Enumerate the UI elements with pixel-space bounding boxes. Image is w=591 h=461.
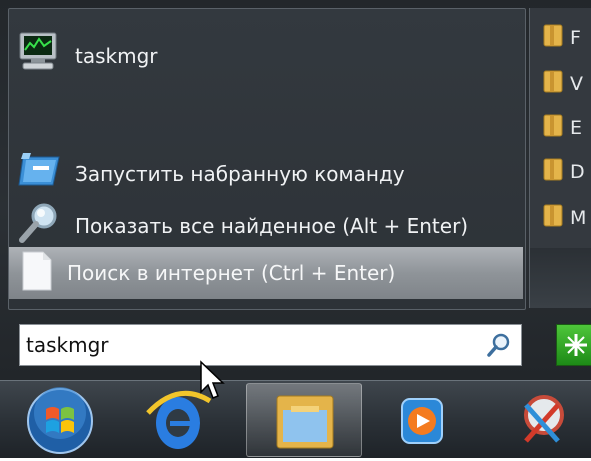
- folder-label: D: [570, 160, 585, 183]
- run-command-icon: [17, 151, 63, 196]
- windows-start-orb-icon: [8, 387, 112, 461]
- folder-icon: [542, 68, 564, 99]
- folder-label: V: [570, 72, 583, 95]
- magnifier-icon: [17, 202, 63, 249]
- monitor-icon: [17, 31, 63, 80]
- result-web-search-label: Поиск в интернет (Ctrl + Enter): [67, 261, 396, 285]
- taskbar-media-player[interactable]: [370, 383, 474, 457]
- folder-icon: [542, 22, 564, 53]
- right-pane-footer: [530, 248, 591, 308]
- result-show-all[interactable]: Показать все найденное (Alt + Enter): [17, 202, 468, 249]
- shutdown-icon: [557, 334, 591, 369]
- folder-label: M: [570, 206, 587, 229]
- folder-label: F: [570, 26, 581, 49]
- folder-label: E: [570, 116, 583, 139]
- document-icon: [17, 250, 55, 297]
- result-run-command[interactable]: Запустить набранную команду: [17, 151, 405, 196]
- taskbar: [0, 380, 591, 458]
- start-menu: taskmgr Запустить набранную команду Пока…: [0, 0, 591, 380]
- media-player-icon: [370, 398, 474, 461]
- result-web-search[interactable]: Поиск в интернет (Ctrl + Enter): [9, 247, 523, 299]
- taskbar-windows-explorer[interactable]: [246, 383, 362, 457]
- search-icon[interactable]: [485, 331, 513, 359]
- folder-item[interactable]: M: [542, 202, 586, 233]
- right-pane: F V E D M: [529, 8, 591, 308]
- taskbar-snipping-tool[interactable]: [492, 383, 591, 457]
- folder-icon: [542, 156, 564, 187]
- start-button[interactable]: [8, 383, 112, 457]
- shutdown-button[interactable]: [556, 324, 591, 366]
- folder-item[interactable]: E: [542, 112, 582, 143]
- result-taskmgr-label: taskmgr: [75, 43, 158, 68]
- search-results-pane: taskmgr Запустить набранную команду Пока…: [8, 8, 526, 310]
- folder-item[interactable]: V: [542, 68, 583, 99]
- windows-explorer-icon: [247, 395, 361, 460]
- folder-icon: [542, 112, 564, 143]
- internet-explorer-icon: [126, 390, 230, 461]
- result-run-command-label: Запустить набранную команду: [75, 161, 405, 186]
- snipping-tool-icon: [492, 395, 591, 461]
- search-input[interactable]: [26, 330, 466, 360]
- mouse-cursor-icon: [199, 360, 227, 402]
- folder-item[interactable]: F: [542, 22, 581, 53]
- search-box[interactable]: [19, 324, 522, 366]
- folder-item[interactable]: D: [542, 156, 585, 187]
- result-taskmgr[interactable]: taskmgr: [17, 31, 158, 80]
- result-show-all-label: Показать все найденное (Alt + Enter): [75, 213, 469, 238]
- folder-icon: [542, 202, 564, 233]
